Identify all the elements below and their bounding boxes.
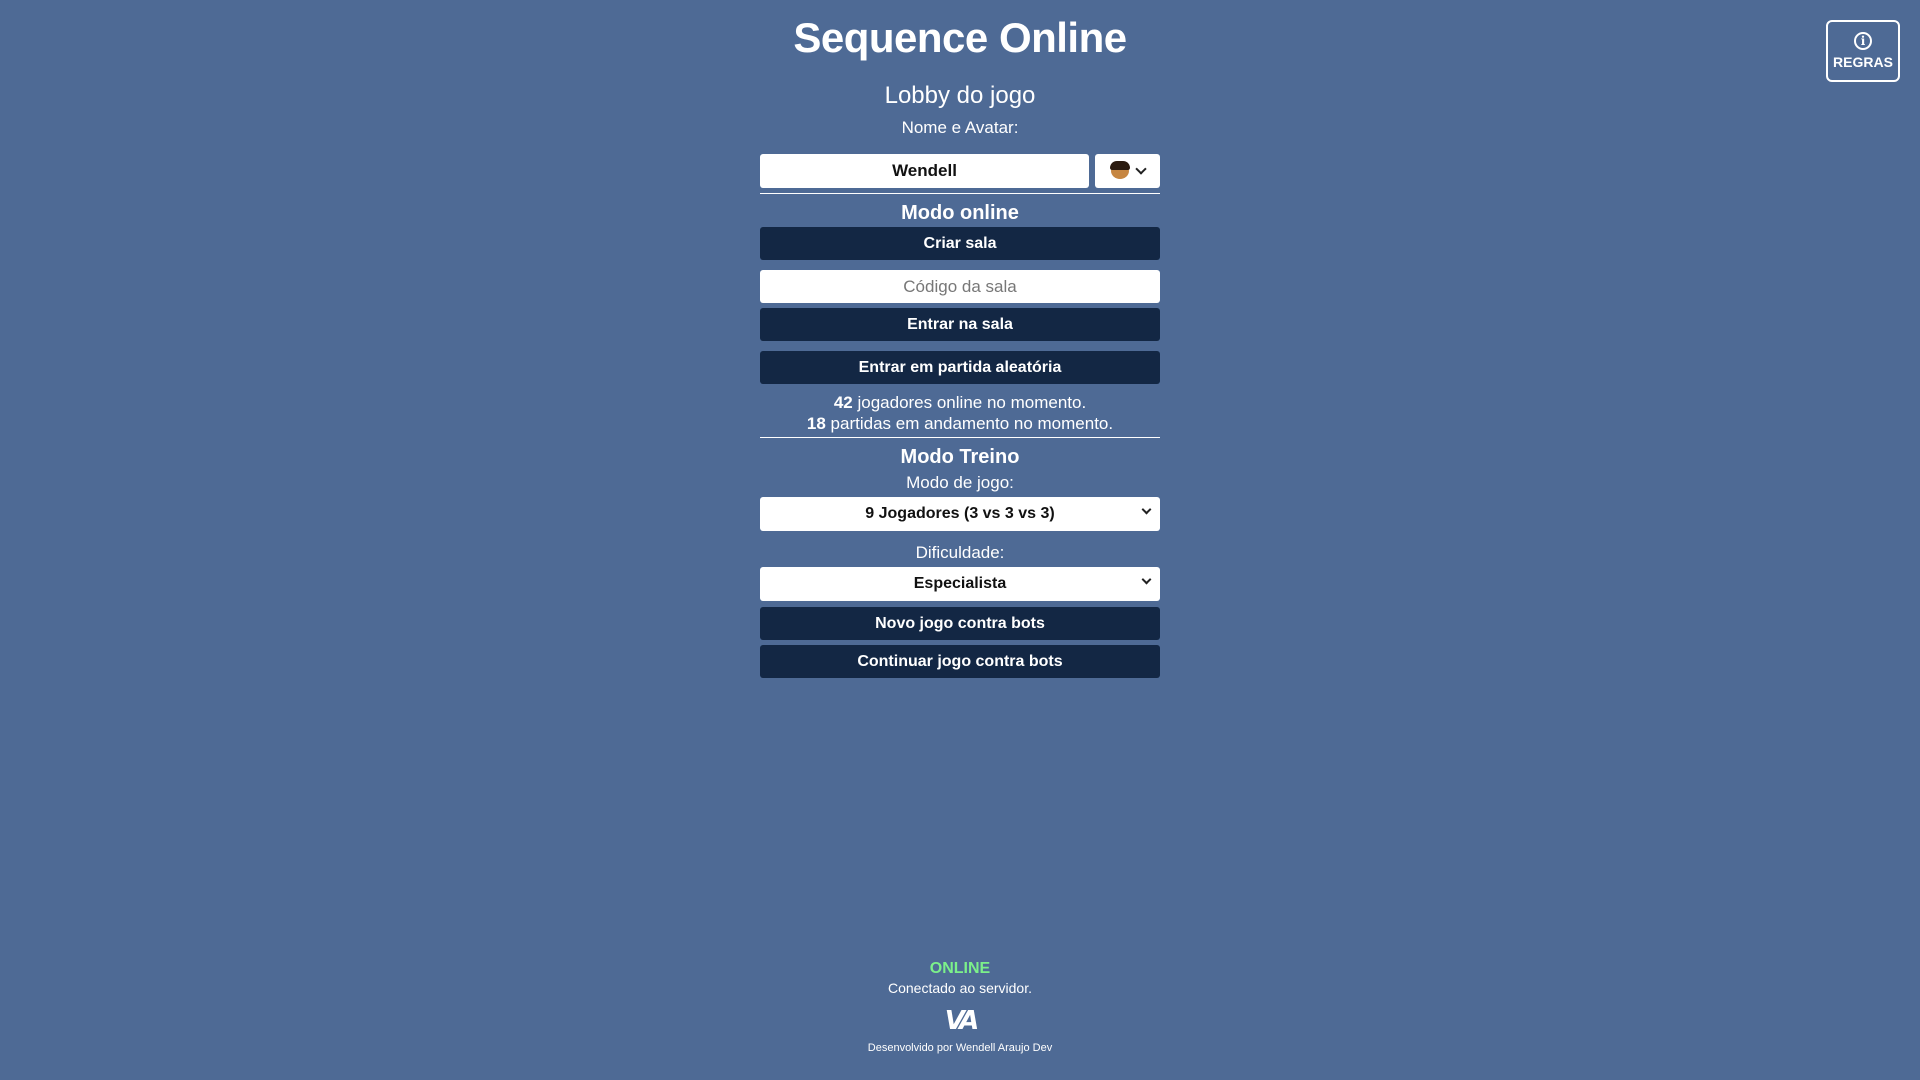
players-online-line: 42 jogadores online no momento. bbox=[760, 392, 1160, 413]
continue-bot-game-button[interactable]: Continuar jogo contra bots bbox=[760, 645, 1160, 678]
create-room-button[interactable]: Criar sala bbox=[760, 227, 1160, 260]
difficulty-label: Dificuldade: bbox=[915, 543, 1005, 562]
game-mode-select[interactable]: 9 Jogadores (3 vs 3 vs 3) bbox=[760, 497, 1160, 531]
new-bot-game-button[interactable]: Novo jogo contra bots bbox=[760, 607, 1160, 640]
chevron-down-icon bbox=[1141, 504, 1152, 515]
online-mode-title: Modo online bbox=[901, 202, 1019, 224]
difficulty-value: Especialista bbox=[913, 575, 1007, 592]
name-avatar-label: Nome e Avatar: bbox=[901, 118, 1019, 137]
developer-logo: VA bbox=[944, 1006, 979, 1036]
footer: ONLINE Conectado ao servidor. VA Desenvo… bbox=[0, 960, 1920, 1054]
players-online-count: 42 bbox=[833, 393, 853, 412]
page-subtitle: Lobby do jogo bbox=[884, 82, 1036, 109]
name-avatar-row bbox=[760, 154, 1160, 188]
players-online-text: jogadores online no momento. bbox=[857, 393, 1087, 412]
training-mode-title: Modo Treino bbox=[900, 446, 1020, 468]
rules-button[interactable]: i REGRAS bbox=[1826, 20, 1900, 82]
difficulty-select[interactable]: Especialista bbox=[760, 567, 1160, 601]
player-name-input[interactable] bbox=[760, 154, 1089, 188]
avatar-select[interactable] bbox=[1095, 154, 1160, 188]
room-code-input[interactable] bbox=[760, 270, 1160, 303]
lobby-page: Sequence Online Lobby do jogo i REGRAS N… bbox=[0, 0, 1920, 1080]
random-match-button[interactable]: Entrar em partida aleatória bbox=[760, 351, 1160, 384]
matches-line: 18 partidas em andamento no momento. bbox=[760, 413, 1160, 434]
connection-status: ONLINE bbox=[929, 960, 991, 977]
online-stats: 42 jogadores online no momento. 18 parti… bbox=[760, 392, 1160, 434]
divider bbox=[760, 437, 1160, 438]
join-room-button[interactable]: Entrar na sala bbox=[760, 308, 1160, 341]
info-icon: i bbox=[1854, 32, 1872, 50]
chevron-down-icon bbox=[1134, 163, 1147, 175]
matches-text: partidas em andamento no momento. bbox=[830, 414, 1114, 433]
game-mode-value: 9 Jogadores (3 vs 3 vs 3) bbox=[865, 505, 1055, 522]
connection-text: Conectado ao servidor. bbox=[888, 980, 1032, 996]
avatar-face-icon bbox=[1109, 161, 1130, 179]
developer-credit: Desenvolvido por Wendell Araujo Dev bbox=[867, 1042, 1053, 1054]
chevron-down-icon bbox=[1141, 574, 1152, 585]
game-mode-label: Modo de jogo: bbox=[906, 473, 1014, 492]
rules-button-label: REGRAS bbox=[1833, 54, 1893, 70]
divider bbox=[760, 193, 1160, 194]
matches-count: 18 bbox=[806, 414, 826, 433]
page-title: Sequence Online bbox=[793, 14, 1127, 61]
lobby-panel: Nome e Avatar: Modo online Criar sala En… bbox=[760, 118, 1160, 678]
